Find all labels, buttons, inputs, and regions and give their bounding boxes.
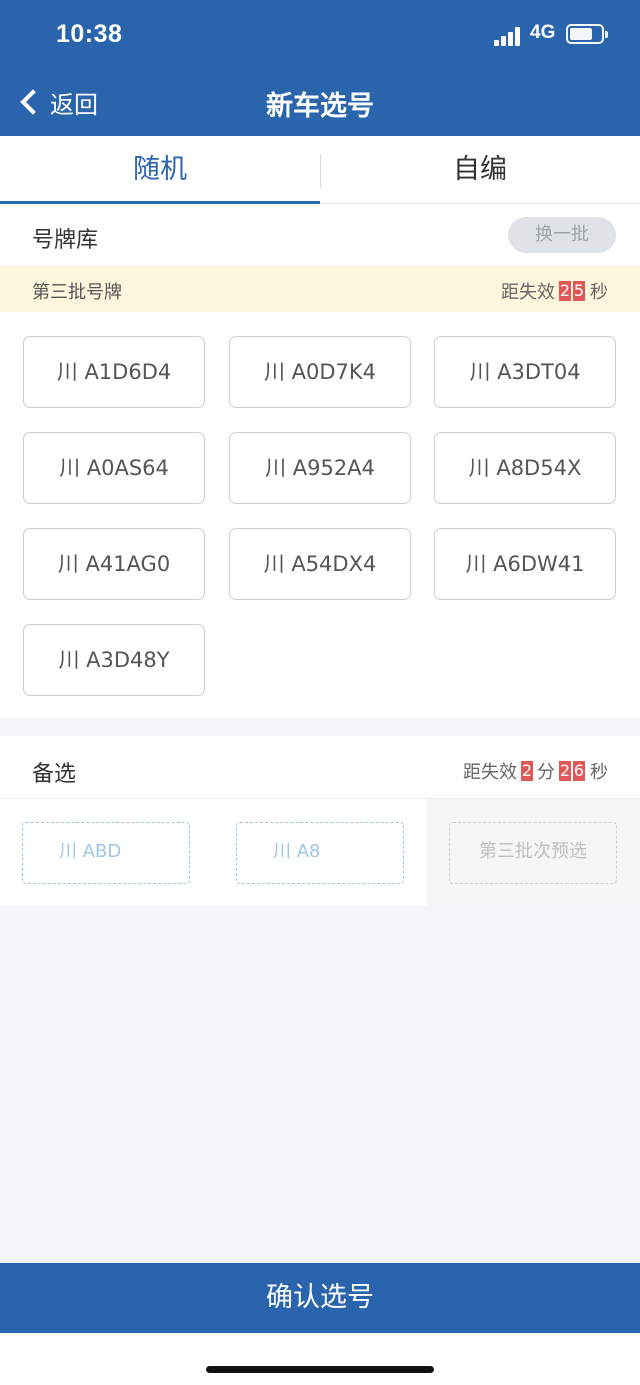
network-type: 4G: [530, 22, 556, 43]
plate-library-header: 号牌库 换一批: [0, 204, 640, 266]
tab-bar: 随机 自编: [0, 136, 640, 205]
confirm-button[interactable]: 确认选号: [0, 1263, 640, 1333]
header: 10:38 4G 返回 新车选号: [0, 0, 640, 136]
tab-custom[interactable]: 自编: [320, 136, 640, 204]
countdown-digit: 2: [559, 761, 571, 781]
plate-option[interactable]: 川 A41AG0: [23, 528, 205, 600]
plate-option[interactable]: 川 A54DX4: [229, 528, 411, 600]
countdown-digit: 5: [573, 281, 585, 301]
plate-option[interactable]: 川 A3DT04: [434, 336, 616, 408]
page-title: 新车选号: [266, 91, 374, 122]
countdown-digit: 6: [573, 761, 585, 781]
backup-title: 备选: [32, 762, 77, 787]
batch-countdown: 距失效 25 秒: [501, 278, 608, 304]
backup-slot-empty[interactable]: 第三批次预选: [449, 822, 617, 884]
backup-countdown: 距失效 2 分 26 秒: [463, 758, 608, 784]
countdown-prefix: 距失效: [463, 762, 517, 783]
plate-library-title: 号牌库: [32, 228, 99, 253]
plate-option[interactable]: 川 A0D7K4: [229, 336, 411, 408]
home-area: [0, 1333, 640, 1385]
plate-library-section: 号牌库 换一批 第三批号牌 距失效 25 秒 川 A1D6D4 川 A0D7K4…: [0, 204, 640, 718]
countdown-unit: 分: [537, 762, 555, 783]
backup-slot-cell: 川 ABD: [0, 799, 213, 906]
countdown-prefix: 距失效: [501, 282, 555, 303]
plate-option[interactable]: 川 A952A4: [229, 432, 411, 504]
countdown-digit: 2: [559, 281, 571, 301]
signal-icon: [494, 26, 524, 46]
plate-option[interactable]: 川 A1D6D4: [23, 336, 205, 408]
countdown-unit: 秒: [590, 762, 608, 783]
status-bar: 10:38 4G: [0, 20, 640, 52]
backup-slot-cell: 第三批次预选: [427, 799, 640, 906]
batch-notice-bar: 第三批号牌 距失效 25 秒: [0, 266, 640, 312]
tab-random[interactable]: 随机: [0, 136, 320, 205]
countdown-unit: 秒: [590, 282, 608, 303]
home-indicator[interactable]: [206, 1366, 434, 1373]
plate-option[interactable]: 川 A0AS64: [23, 432, 205, 504]
plate-option[interactable]: 川 A6DW41: [434, 528, 616, 600]
battery-icon: [566, 24, 608, 44]
countdown-digit: 2: [521, 761, 533, 781]
batch-name: 第三批号牌: [32, 282, 122, 303]
backup-slot-cell: 川 A8: [214, 799, 427, 906]
backup-slot[interactable]: 川 A8: [236, 822, 404, 884]
backup-section: 备选 距失效 2 分 26 秒 川 ABD 川 A8 第三批次预选: [0, 736, 640, 906]
backup-slot[interactable]: 川 ABD: [22, 822, 190, 884]
refresh-batch-button[interactable]: 换一批: [508, 217, 616, 253]
plate-option[interactable]: 川 A8D54X: [434, 432, 616, 504]
plate-option[interactable]: 川 A3D48Y: [23, 624, 205, 696]
status-time: 10:38: [56, 20, 123, 48]
